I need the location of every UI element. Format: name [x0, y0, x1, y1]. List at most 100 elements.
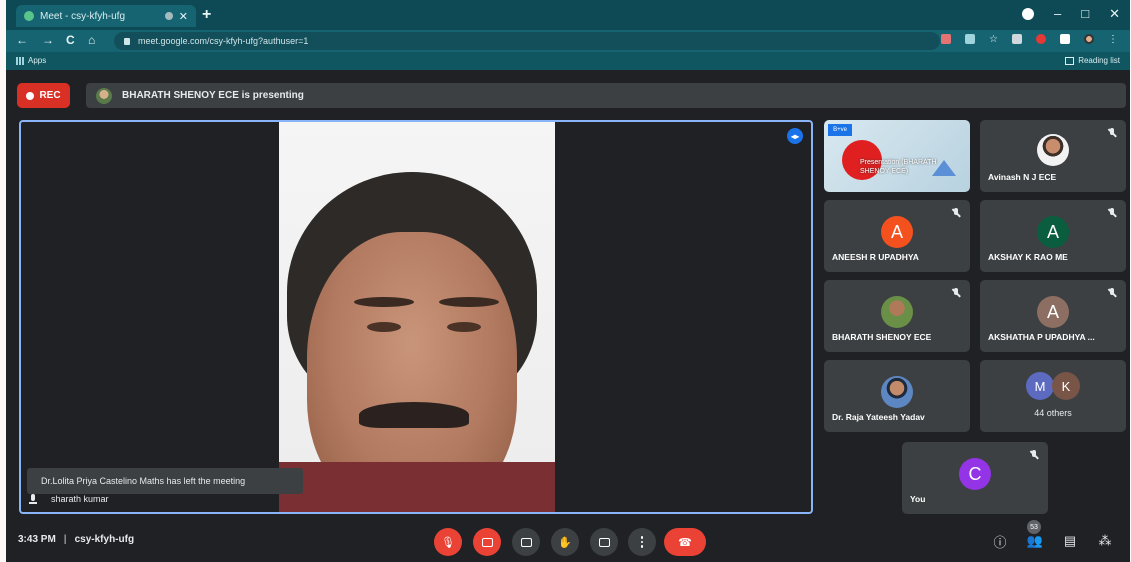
apps-bookmark[interactable]: Apps	[16, 56, 46, 65]
chat-button[interactable]: ▤	[1059, 530, 1081, 552]
speaker-video	[279, 122, 555, 512]
forward-button[interactable]: →	[42, 33, 54, 47]
mic-toggle-button[interactable]: 🎙	[434, 528, 462, 556]
mic-off-icon	[1030, 450, 1038, 460]
participant-name: Avinash N J ECE	[988, 172, 1057, 182]
presentation-badge: B+ve	[828, 124, 852, 136]
participant-tile[interactable]: A AKSHAY K RAO ME	[980, 200, 1126, 272]
meeting-controls-bar: 3:43 PM | csy-kfyh-ufg 🎙 ✋ ☎ ⓘ 53 👥 ▤ ⁂	[6, 516, 1130, 562]
pin-icon[interactable]: ◂▸	[787, 128, 803, 144]
minimize-button[interactable]: –	[1054, 6, 1061, 22]
maximize-button[interactable]: □	[1081, 6, 1089, 22]
speaker-eye-right	[447, 322, 481, 332]
mic-off-icon	[952, 208, 960, 218]
reading-list-button[interactable]: Reading list	[1065, 56, 1120, 65]
close-tab-icon[interactable]: ✕	[179, 10, 188, 23]
browser-toolbar: ← → C ⌂ meet.google.com/csy-kfyh-ufg?aut…	[6, 30, 1130, 52]
more-vert-icon	[640, 536, 644, 548]
puzzle-icon[interactable]	[1060, 34, 1070, 44]
menu-icon[interactable]: ⋮	[1108, 34, 1118, 45]
address-bar[interactable]: meet.google.com/csy-kfyh-ufg?authuser=1	[114, 32, 940, 50]
reading-list-label: Reading list	[1078, 56, 1120, 65]
captions-button[interactable]	[512, 528, 540, 556]
meeting-info-button[interactable]: ⓘ	[989, 530, 1011, 552]
recording-indicator-icon	[164, 12, 173, 20]
self-tile[interactable]: C You	[902, 442, 1048, 514]
presenter-avatar	[96, 87, 112, 104]
speaker-shirt	[279, 462, 555, 512]
tab-bar: Meet - csy-kfyh-ufg ✕ + – □ ✕	[6, 0, 1130, 30]
activities-button[interactable]: ⁂	[1094, 530, 1116, 552]
rec-label: REC	[39, 90, 61, 101]
others-count: 44 others	[1034, 408, 1072, 418]
presentation-tile[interactable]: B+ve Presentation (BHARATH SHENOY ECE)	[824, 120, 970, 192]
raise-hand-button[interactable]: ✋	[551, 528, 579, 556]
bookmarks-bar: Apps Reading list	[6, 52, 1130, 70]
participant-tile[interactable]: Avinash N J ECE	[980, 120, 1126, 192]
back-button[interactable]: ←	[16, 33, 28, 47]
avatar	[881, 296, 913, 328]
reload-button[interactable]: C	[66, 33, 75, 47]
participant-name: You	[910, 494, 926, 504]
apps-grid-icon	[16, 56, 24, 65]
clock-time: 3:43 PM	[18, 534, 56, 545]
meeting-code: csy-kfyh-ufg	[74, 534, 135, 545]
hang-up-icon: ☎	[678, 536, 692, 549]
activities-icon: ⁂	[1098, 533, 1112, 548]
present-button[interactable]	[590, 528, 618, 556]
participant-tile[interactable]: A AKSHATHA P UPADHYA ...	[980, 280, 1126, 352]
participant-name: AKSHATHA P UPADHYA ...	[988, 332, 1095, 342]
extension-icon[interactable]	[1012, 34, 1022, 44]
presenting-text: BHARATH SHENOY ECE is presenting	[122, 90, 304, 101]
speaker-moustache	[359, 402, 469, 428]
new-tab-button[interactable]: +	[202, 6, 211, 24]
extension-icons: ☆ ⋮	[941, 34, 1118, 45]
speaker-brow-left	[354, 297, 414, 307]
captions-icon	[520, 537, 532, 547]
speaker-eye-left	[367, 322, 401, 332]
home-button[interactable]: ⌂	[88, 33, 95, 47]
people-button[interactable]: 👥	[1024, 530, 1046, 552]
account-avatar-icon[interactable]	[1084, 34, 1094, 44]
profile-icon[interactable]	[1022, 8, 1034, 20]
url-text: meet.google.com/csy-kfyh-ufg?authuser=1	[138, 36, 309, 46]
record-extension-icon[interactable]	[1036, 34, 1046, 44]
camera-toggle-button[interactable]	[473, 528, 501, 556]
others-tile[interactable]: M K 44 others	[980, 360, 1126, 432]
other-avatar: K	[1052, 372, 1080, 400]
meeting-details: 3:43 PM | csy-kfyh-ufg	[18, 534, 134, 545]
window-controls: – □ ✕	[1022, 6, 1120, 22]
reading-list-icon	[1065, 56, 1075, 65]
camera-icon[interactable]	[941, 34, 952, 44]
camera-off-icon	[481, 537, 493, 547]
browser-tab[interactable]: Meet - csy-kfyh-ufg ✕	[16, 5, 196, 27]
participant-tile[interactable]: Dr. Raja Yateesh Yadav	[824, 360, 970, 432]
participant-tile[interactable]: A ANEESH R UPADHYA	[824, 200, 970, 272]
speaker-brow-right	[439, 297, 499, 307]
mic-off-icon	[952, 288, 960, 298]
recording-button[interactable]: REC	[17, 83, 70, 108]
close-window-button[interactable]: ✕	[1109, 6, 1120, 22]
participant-name: BHARATH SHENOY ECE	[832, 332, 932, 342]
star-icon[interactable]: ☆	[989, 34, 998, 45]
main-video-tile[interactable]: ◂▸ Dr.Lolita Priya Castelino Maths has l…	[19, 120, 813, 514]
mic-off-icon	[1108, 208, 1116, 218]
apps-label: Apps	[28, 56, 47, 65]
key-icon[interactable]	[965, 34, 976, 44]
participant-name: ANEESH R UPADHYA	[832, 252, 919, 262]
lock-icon	[124, 37, 130, 45]
participant-tile[interactable]: BHARATH SHENOY ECE	[824, 280, 970, 352]
leave-call-button[interactable]: ☎	[664, 528, 706, 556]
more-options-button[interactable]	[628, 528, 656, 556]
chat-icon: ▤	[1063, 533, 1077, 548]
meet-favicon-icon	[24, 11, 34, 21]
separator: |	[63, 534, 67, 545]
presenting-banner: BHARATH SHENOY ECE is presenting	[86, 83, 1126, 108]
avatar: A	[1037, 296, 1069, 328]
mic-off-icon	[1108, 128, 1116, 138]
avatar	[1037, 134, 1069, 166]
other-avatar: M	[1026, 372, 1054, 400]
avatar	[881, 376, 913, 408]
participant-name: Dr. Raja Yateesh Yadav	[832, 412, 925, 422]
presentation-label: Presentation (BHARATH SHENOY ECE)	[860, 159, 937, 175]
